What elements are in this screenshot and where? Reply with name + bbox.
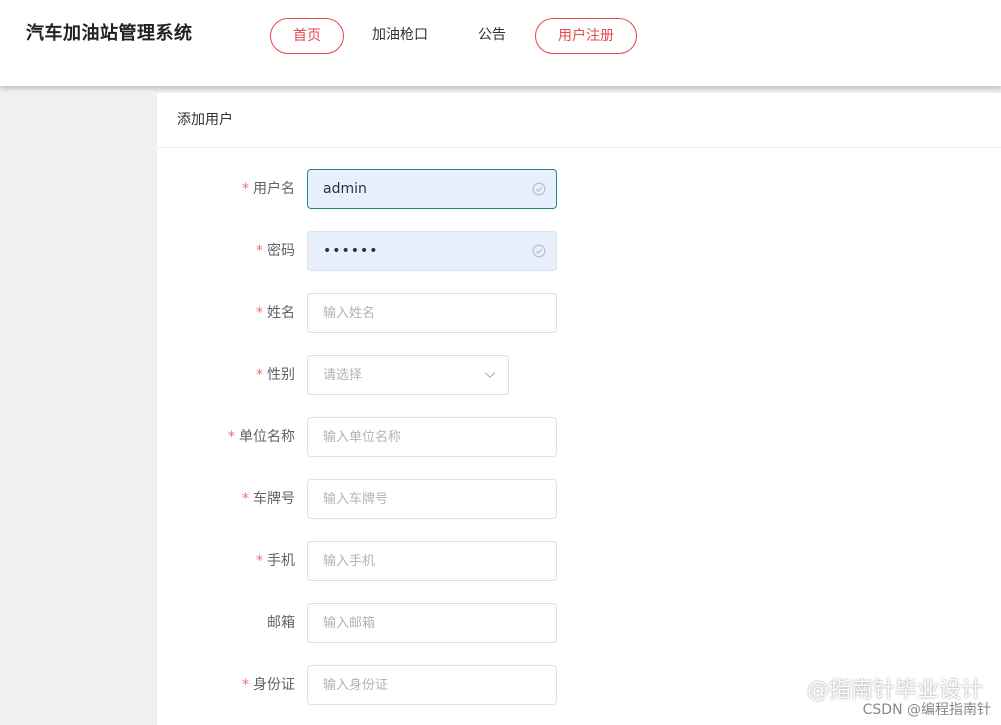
form-row-username: * 用户名 admin	[157, 169, 1001, 209]
nav-user-register[interactable]: 用户注册	[535, 18, 637, 54]
password-label: * 密码	[256, 243, 295, 259]
form-row-gender: * 性别 请选择	[157, 355, 1001, 395]
required-star: *	[256, 305, 263, 321]
required-star: *	[242, 181, 249, 197]
required-star: *	[228, 429, 235, 445]
required-star: *	[242, 491, 249, 507]
chevron-down-icon	[484, 372, 496, 379]
card-title: 添加用户	[157, 93, 1001, 148]
phone-input[interactable]: 输入手机	[307, 541, 557, 581]
id-card-label: * 身份证	[242, 677, 295, 693]
password-input[interactable]: ••••••	[307, 231, 557, 271]
app-title: 汽车加油站管理系统	[26, 23, 193, 44]
watermark-csdn: CSDN @编程指南针	[862, 702, 991, 718]
form-row-name: * 姓名 输入姓名	[157, 293, 1001, 333]
nav-home[interactable]: 首页	[270, 18, 344, 54]
required-star: *	[242, 677, 249, 693]
check-circle-icon	[532, 182, 546, 196]
plate-label: * 车牌号	[242, 491, 295, 507]
required-star: *	[256, 243, 263, 259]
form-row-plate: * 车牌号 输入车牌号	[157, 479, 1001, 519]
gender-label: * 性别	[256, 367, 295, 383]
check-circle-icon	[532, 244, 546, 258]
add-user-card: 添加用户 * 用户名 admin * 密码 •••••• * 姓名 输入姓名 * 性别 …	[157, 93, 1001, 725]
top-navbar: 汽车加油站管理系统 首页 加油枪口 公告 用户注册	[0, 0, 1001, 86]
required-star: *	[256, 553, 263, 569]
form-row-company: * 单位名称 输入单位名称	[157, 417, 1001, 457]
id-card-input[interactable]: 输入身份证	[307, 665, 557, 705]
username-label: * 用户名	[242, 181, 295, 197]
username-input[interactable]: admin	[307, 169, 557, 209]
nav-fuel-nozzle[interactable]: 加油枪口	[362, 18, 438, 54]
form-row-password: * 密码 ••••••	[157, 231, 1001, 271]
email-input[interactable]: 输入邮箱	[307, 603, 557, 643]
email-label: 邮箱	[267, 615, 295, 631]
name-label: * 姓名	[256, 305, 295, 321]
gender-select[interactable]: 请选择	[307, 355, 509, 395]
form-row-email: 邮箱 输入邮箱	[157, 603, 1001, 643]
phone-label: * 手机	[256, 553, 295, 569]
nav-announcement[interactable]: 公告	[466, 18, 518, 54]
form-row-phone: * 手机 输入手机	[157, 541, 1001, 581]
required-star: *	[256, 367, 263, 383]
company-label: * 单位名称	[228, 429, 295, 445]
plate-number-input[interactable]: 输入车牌号	[307, 479, 557, 519]
company-input[interactable]: 输入单位名称	[307, 417, 557, 457]
name-input[interactable]: 输入姓名	[307, 293, 557, 333]
sidebar	[0, 86, 157, 725]
